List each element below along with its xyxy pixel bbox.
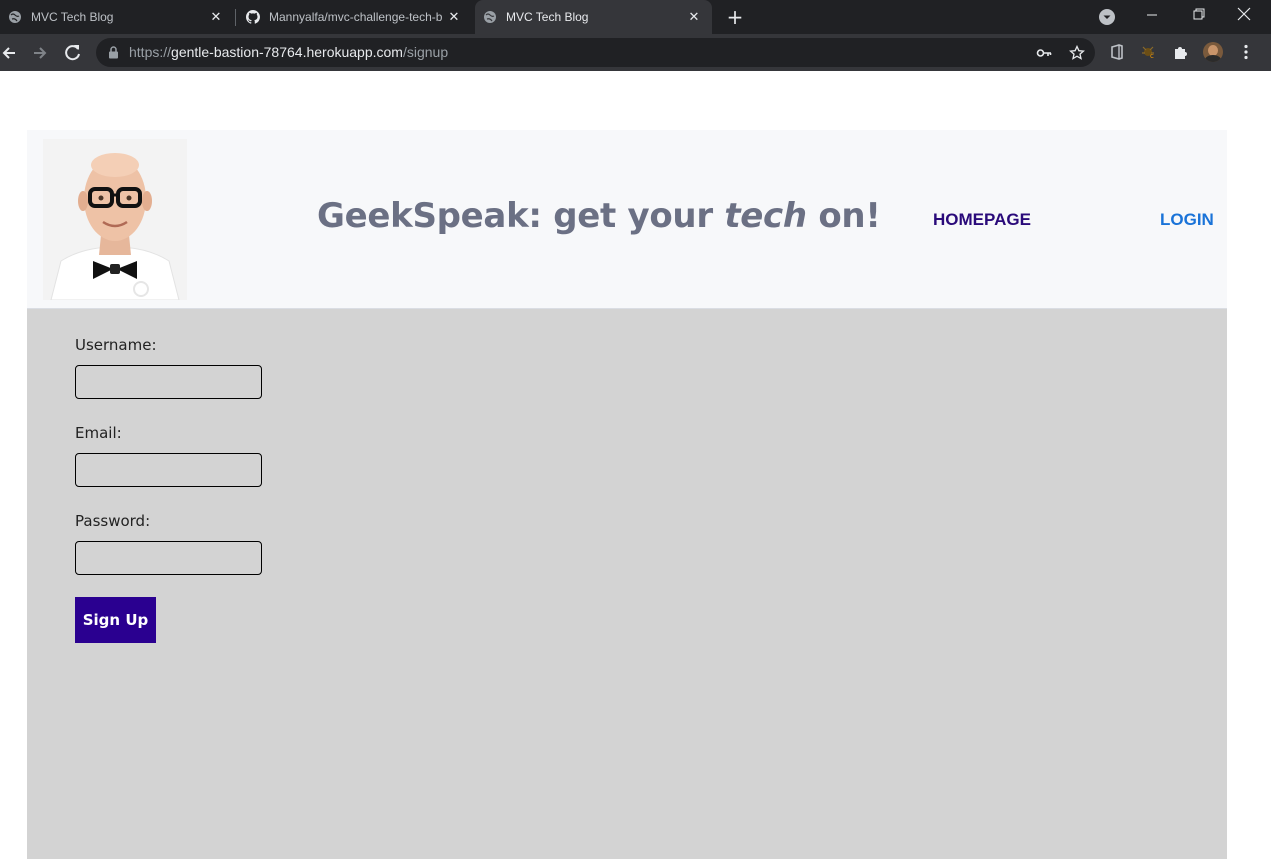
lock-icon[interactable] (108, 46, 119, 59)
more-menu-icon[interactable] (1237, 43, 1255, 61)
browser-toolbar: https://gentle-bastion-78764.herokuapp.c… (0, 34, 1271, 71)
username-label: Username: (75, 336, 157, 354)
close-tab-icon[interactable]: ✕ (208, 9, 224, 25)
site-title-suffix: on! (806, 196, 881, 236)
svg-text:c: c (1150, 52, 1154, 60)
bookmark-star-icon[interactable] (1069, 45, 1085, 61)
profile-avatar[interactable] (1203, 42, 1223, 62)
tab-separator (235, 9, 236, 26)
homepage-link[interactable]: HOMEPAGE (933, 210, 1031, 230)
signup-button[interactable]: Sign Up (75, 597, 156, 643)
office-extension-icon[interactable] (1108, 43, 1126, 61)
close-window-icon[interactable] (1232, 5, 1256, 25)
globe-icon (9, 11, 21, 23)
tab-search-icon[interactable] (1099, 9, 1115, 25)
tab-title: Mannyalfa/mvc-challenge-tech-b (269, 10, 443, 24)
site-title-prefix: GeekSpeak: get your (317, 196, 725, 236)
reload-icon[interactable] (62, 42, 84, 64)
tab-title: MVC Tech Blog (31, 10, 114, 24)
forward-arrow-icon[interactable] (30, 42, 52, 64)
url-scheme: https:// (129, 44, 172, 60)
extension-bug-icon[interactable]: c (1140, 43, 1158, 61)
minimize-icon[interactable] (1140, 5, 1164, 25)
site-title: GeekSpeak: get your tech on! (317, 196, 881, 236)
password-label: Password: (75, 512, 151, 530)
url-text[interactable]: https://gentle-bastion-78764.herokuapp.c… (129, 38, 448, 67)
back-arrow-icon[interactable] (0, 42, 22, 64)
email-input[interactable] (75, 453, 262, 487)
restore-icon[interactable] (1186, 5, 1210, 25)
globe-icon (484, 11, 496, 23)
site-title-emphasis: tech (724, 196, 807, 236)
key-icon[interactable] (1036, 45, 1052, 61)
signup-form: Username: Email: Password: Sign Up (27, 309, 1227, 859)
site-header: GeekSpeak: get your tech on! HOMEPAGE LO… (27, 130, 1227, 309)
login-link[interactable]: LOGIN (1160, 210, 1214, 230)
email-label: Email: (75, 424, 122, 442)
browser-tab-active[interactable]: MVC Tech Blog ✕ (475, 0, 712, 34)
password-input[interactable] (75, 541, 262, 575)
username-input[interactable] (75, 365, 262, 399)
tab-title: MVC Tech Blog (506, 10, 589, 24)
browser-tab[interactable]: Mannyalfa/mvc-challenge-tech-b ✕ (238, 0, 472, 34)
github-icon (246, 10, 260, 24)
extensions-puzzle-icon[interactable] (1172, 43, 1190, 61)
browser-tabstrip: MVC Tech Blog ✕ Mannyalfa/mvc-challenge-… (0, 0, 1271, 34)
address-bar[interactable]: https://gentle-bastion-78764.herokuapp.c… (96, 38, 1095, 67)
new-tab-button[interactable]: + (724, 6, 746, 28)
close-tab-icon[interactable]: ✕ (686, 9, 702, 25)
url-host: gentle-bastion-78764.herokuapp.com (171, 44, 403, 60)
url-path: /signup (402, 44, 449, 60)
geek-logo-image (43, 139, 187, 300)
close-tab-icon[interactable]: ✕ (446, 9, 462, 25)
browser-tab[interactable]: MVC Tech Blog ✕ (0, 0, 234, 34)
page-content: GeekSpeak: get your tech on! HOMEPAGE LO… (27, 130, 1227, 859)
